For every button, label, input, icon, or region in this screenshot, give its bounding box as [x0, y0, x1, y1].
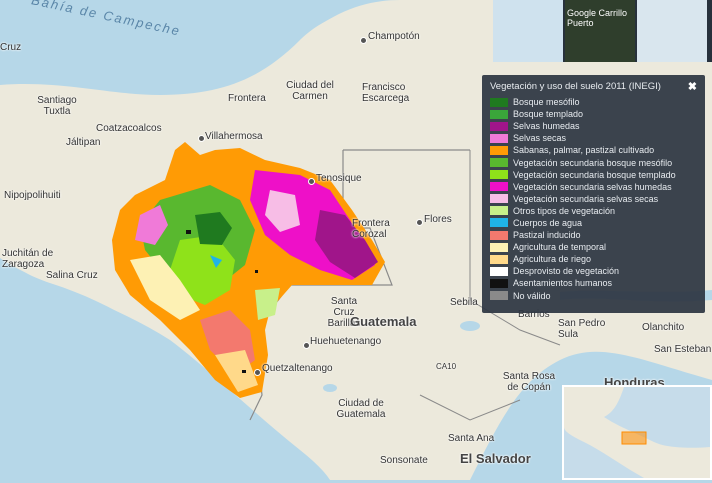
place-label: Frontera Corozal [352, 218, 390, 240]
overview-map-graphic [564, 387, 710, 478]
city-dot [198, 135, 205, 142]
legend-label: No válido [513, 290, 551, 301]
legend-swatch [490, 133, 508, 143]
legend-item: Vegetación secundaria bosque templado [490, 169, 697, 181]
road-label: CA10 [436, 362, 457, 371]
place-label: Huehuetenango [310, 336, 382, 347]
legend-label: Vegetación secundaria bosque mesófilo [513, 157, 673, 168]
legend-label: Asentamientos humanos [513, 278, 613, 289]
country-label: Guatemala [350, 314, 417, 329]
place-label: Juchitán de Zaragoza [2, 248, 54, 270]
legend-label: Vegetación secundaria selvas humedas [513, 181, 672, 192]
legend-swatch [490, 145, 508, 155]
legend-item: Agricultura de temporal [490, 241, 697, 253]
legend-item: Selvas humedas [490, 120, 697, 132]
legend-swatch [490, 291, 508, 301]
layer-tile-terrain[interactable] [637, 0, 707, 62]
place-label: Ciudad del Carmen [286, 80, 334, 102]
legend-item: Selvas secas [490, 132, 697, 144]
place-label: Frontera [228, 93, 266, 104]
legend-swatch [490, 278, 508, 288]
place-label: San Esteban [654, 344, 712, 355]
legend-item: Cuerpos de agua [490, 217, 697, 229]
legend-swatch [490, 158, 508, 168]
place-label: Sonsonate [380, 455, 428, 466]
place-label: Sebila [450, 297, 478, 308]
legend-item: Otros tipos de vegetación [490, 205, 697, 217]
close-icon[interactable]: ✖ [688, 80, 697, 93]
legend-label: Vegetación secundaria bosque templado [513, 169, 676, 180]
legend-item: Asentamientos humanos [490, 277, 697, 289]
legend-swatch [490, 182, 508, 192]
legend-label: Vegetación secundaria selvas secas [513, 193, 659, 204]
layer-switcher[interactable]: Google Carrillo Puerto [493, 0, 712, 62]
legend-item: Vegetación secundaria selvas secas [490, 193, 697, 205]
legend-item: Desprovisto de vegetación [490, 265, 697, 277]
place-label: Villahermosa [205, 131, 263, 142]
place-label: Ciudad de Guatemala [336, 398, 386, 420]
legend-list: Bosque mesófilo Bosque templado Selvas hum… [490, 96, 697, 302]
legend-label: Selvas secas [513, 133, 567, 144]
legend-item: Sabanas, palmar, pastizal cultivado [490, 144, 697, 156]
legend-swatch [490, 109, 508, 119]
legend-item: Bosque mesófilo [490, 96, 697, 108]
legend-item: No válido [490, 290, 697, 302]
legend-label: Agricultura de riego [513, 254, 592, 265]
legend-swatch [490, 242, 508, 252]
legend-item: Bosque templado [490, 108, 697, 120]
overview-extent [621, 431, 647, 445]
legend-item: Pastizal inducido [490, 229, 697, 241]
place-label: Olanchito [642, 322, 685, 333]
layer-tile-map[interactable] [493, 0, 563, 62]
legend-label: Selvas humedas [513, 121, 580, 132]
legend-swatch [490, 254, 508, 264]
legend-label: Otros tipos de vegetación [513, 205, 616, 216]
city-dot [303, 342, 310, 349]
legend-label: Cuerpos de agua [513, 217, 583, 228]
legend-swatch [490, 97, 508, 107]
legend-label: Pastizal inducido [513, 230, 581, 241]
legend-swatch [490, 121, 508, 131]
place-label: Tenosique [316, 173, 362, 184]
place-label: Cruz [0, 42, 22, 53]
country-label: El Salvador [460, 451, 531, 466]
place-label: Flores [424, 214, 452, 225]
legend-item: Vegetación secundaria selvas humedas [490, 181, 697, 193]
city-dot [254, 369, 261, 376]
legend-label: Agricultura de temporal [513, 242, 607, 253]
overview-map[interactable] [562, 385, 712, 480]
place-label: Quetzaltenango [262, 363, 333, 374]
legend-panel: Vegetación y uso del suelo 2011 (INEGI) … [482, 75, 705, 313]
place-label: Santa Ana [448, 433, 495, 444]
place-label: Francisco Escarcega [362, 82, 410, 104]
place-label: San Pedro Sula [558, 318, 606, 340]
legend-swatch [490, 218, 508, 228]
legend-label: Bosque templado [513, 109, 584, 120]
place-label: Santiago Tuxtla [37, 95, 77, 117]
legend-label: Bosque mesófilo [513, 97, 580, 108]
layer-tile-label: Google Carrillo Puerto [567, 8, 628, 28]
place-label: Nipojpolihuiti [4, 190, 61, 201]
lake [323, 384, 337, 392]
layer-tile-satellite[interactable]: Google Carrillo Puerto [565, 0, 635, 62]
city-dot [416, 219, 423, 226]
place-label: Champotón [368, 31, 420, 42]
legend-swatch [490, 266, 508, 276]
legend-swatch [490, 230, 508, 240]
city-dot [308, 178, 315, 185]
city-dot [360, 37, 367, 44]
place-label: Coatzacoalcos [96, 123, 162, 134]
lake [460, 321, 480, 331]
legend-label: Sabanas, palmar, pastizal cultivado [513, 145, 655, 156]
legend-item: Vegetación secundaria bosque mesófilo [490, 156, 697, 168]
legend-swatch [490, 194, 508, 204]
legend-item: Agricultura de riego [490, 253, 697, 265]
place-label: Jáltipan [66, 137, 101, 148]
legend-swatch [490, 170, 508, 180]
place-label: Salina Cruz [46, 270, 98, 281]
legend-swatch [490, 206, 508, 216]
legend-label: Desprovisto de vegetación [513, 266, 620, 277]
legend-title: Vegetación y uso del suelo 2011 (INEGI) [490, 81, 661, 92]
place-label: Santa Rosa de Copán [502, 371, 556, 393]
